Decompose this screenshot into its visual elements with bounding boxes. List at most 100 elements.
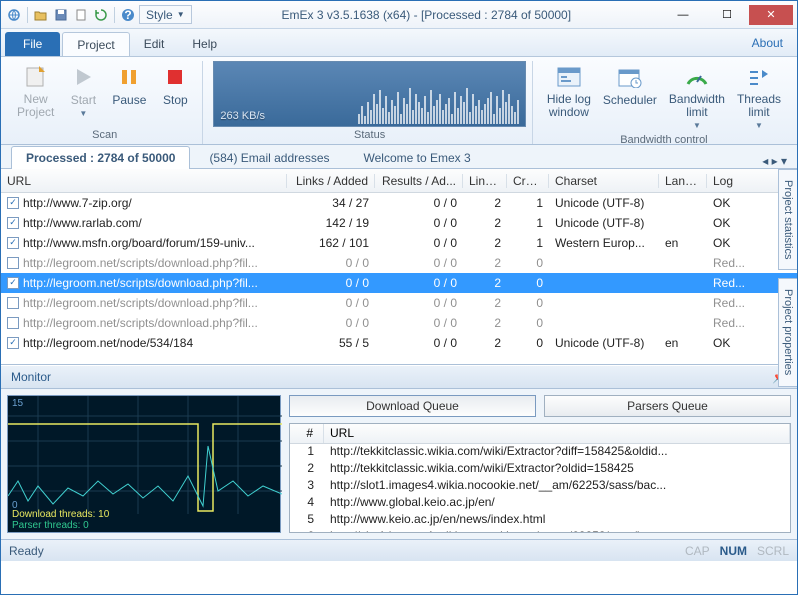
ribbon: New Project Start ▼ Pause Stop Scan 263 … xyxy=(1,57,797,145)
queue-col-num[interactable]: # xyxy=(290,424,324,443)
qat-refresh-icon[interactable] xyxy=(92,6,110,24)
sidetab-statistics[interactable]: Project statistics xyxy=(778,169,797,270)
pause-button[interactable]: Pause xyxy=(108,61,150,127)
close-button[interactable]: ✕ xyxy=(749,5,793,25)
chevron-down-icon: ▼ xyxy=(177,10,185,19)
table-row[interactable]: ✓http://www.rarlab.com/ 142 / 19 0 / 0 2… xyxy=(1,213,797,233)
cro-cell: 1 xyxy=(507,236,549,250)
list-item[interactable]: 6http://slot1.images1.wikia.nocookie.net… xyxy=(290,529,790,533)
table-row[interactable]: ✓http://legroom.net/scripts/download.php… xyxy=(1,293,797,313)
col-cro[interactable]: Cro... xyxy=(507,174,549,188)
qat-help-icon[interactable]: ? xyxy=(119,6,137,24)
url-cell: http://legroom.net/scripts/download.php?… xyxy=(23,256,258,270)
queue-list: # URL 1http://tekkitclassic.wikia.com/wi… xyxy=(289,423,791,533)
table-row[interactable]: ✓http://legroom.net/scripts/download.php… xyxy=(1,313,797,333)
links-added-cell: 0 / 0 xyxy=(287,256,375,270)
download-queue-tab[interactable]: Download Queue xyxy=(289,395,536,417)
checkbox-icon[interactable]: ✓ xyxy=(7,317,19,329)
queue-col-url[interactable]: URL xyxy=(324,424,790,443)
checkbox-icon[interactable]: ✓ xyxy=(7,277,19,289)
sidetab-properties[interactable]: Project properties xyxy=(778,278,797,386)
queue-num: 3 xyxy=(290,478,324,495)
parsers-queue-tab[interactable]: Parsers Queue xyxy=(544,395,791,417)
bars-icon xyxy=(358,88,519,124)
hide-log-button[interactable]: Hide log window xyxy=(543,61,595,132)
help-menu[interactable]: Help xyxy=(178,32,231,56)
list-item[interactable]: 5http://www.keio.ac.jp/en/news/index.htm… xyxy=(290,512,790,529)
checkbox-icon[interactable]: ✓ xyxy=(7,337,19,349)
checkbox-icon[interactable]: ✓ xyxy=(7,197,19,209)
bandwidth-limit-button[interactable]: Bandwidth limit ▼ xyxy=(665,61,729,132)
menubar: File Project Edit Help About xyxy=(1,29,797,57)
calendar-icon xyxy=(616,63,644,91)
tab-welcome[interactable]: Welcome to Emex 3 xyxy=(349,146,486,169)
file-menu[interactable]: File xyxy=(5,32,60,56)
titlebar: ? Style ▼ EmEx 3 v3.5.1638 (x64) - [Proce… xyxy=(1,1,797,29)
style-label: Style xyxy=(146,8,173,22)
queue-num: 4 xyxy=(290,495,324,512)
threads-icon xyxy=(745,63,773,91)
list-item[interactable]: 3http://slot1.images4.wikia.nocookie.net… xyxy=(290,478,790,495)
list-item[interactable]: 2http://tekkitclassic.wikia.com/wiki/Ext… xyxy=(290,461,790,478)
grid-header: URL Links / Added Results / Ad... Link .… xyxy=(1,169,797,193)
qat-doc-icon[interactable] xyxy=(72,6,90,24)
style-dropdown[interactable]: Style ▼ xyxy=(139,5,192,24)
col-results[interactable]: Results / Ad... xyxy=(375,174,463,188)
url-cell: http://legroom.net/node/534/184 xyxy=(23,336,193,350)
svg-text:?: ? xyxy=(124,8,131,22)
queue-header: # URL xyxy=(290,424,790,444)
about-link[interactable]: About xyxy=(738,29,797,56)
col-charset[interactable]: Charset xyxy=(549,174,659,188)
stop-button[interactable]: Stop xyxy=(154,61,196,127)
monitor-body: 15 0 Download threads: 10 Parser threads… xyxy=(1,389,797,539)
tab-processed[interactable]: Processed : 2784 of 50000 xyxy=(11,146,190,169)
scheduler-button[interactable]: Scheduler xyxy=(599,61,661,132)
link-cell: 2 xyxy=(463,256,507,270)
side-tabs: Project statistics Project properties xyxy=(778,169,797,387)
table-row[interactable]: ✓http://www.7-zip.org/ 34 / 27 0 / 0 2 1… xyxy=(1,193,797,213)
minimize-button[interactable]: — xyxy=(661,5,705,25)
tab-nav[interactable]: ◂ ▸ ▾ xyxy=(762,154,787,168)
col-url[interactable]: URL xyxy=(1,174,287,188)
new-project-icon xyxy=(22,63,50,91)
threads-limit-button[interactable]: Threads limit ▼ xyxy=(733,61,785,132)
url-cell: http://legroom.net/scripts/download.php?… xyxy=(23,276,258,290)
col-link[interactable]: Link ... xyxy=(463,174,507,188)
qat-open-icon[interactable] xyxy=(32,6,50,24)
new-project-button[interactable]: New Project xyxy=(13,61,58,127)
tab-emails[interactable]: (584) Email addresses xyxy=(194,146,344,169)
list-item[interactable]: 4http://www.global.keio.ac.jp/en/ xyxy=(290,495,790,512)
table-row[interactable]: ✓ http://legroom.net/scripts/download.php… xyxy=(1,253,797,273)
col-links-added[interactable]: Links / Added xyxy=(287,174,375,188)
queue-panel: Download Queue Parsers Queue # URL 1http… xyxy=(289,395,791,533)
cro-cell: 0 xyxy=(507,336,549,350)
status-ready: Ready xyxy=(9,544,44,558)
charset-cell: Unicode (UTF-8) xyxy=(549,336,659,350)
edit-menu[interactable]: Edit xyxy=(130,32,179,56)
chevron-down-icon: ▼ xyxy=(693,121,701,130)
project-menu[interactable]: Project xyxy=(62,32,129,56)
maximize-button[interactable]: ☐ xyxy=(705,5,749,25)
window-title: EmEx 3 v3.5.1638 (x64) - [Processed : 27… xyxy=(192,8,661,22)
queue-num: 6 xyxy=(290,529,324,533)
table-row[interactable]: ✓http://www.msfn.org/board/forum/159-uni… xyxy=(1,233,797,253)
start-button[interactable]: Start ▼ xyxy=(62,61,104,127)
lang-cell: en xyxy=(659,236,707,250)
table-row[interactable]: ✓ http://legroom.net/scripts/download.php… xyxy=(1,273,797,293)
qat-save-icon[interactable] xyxy=(52,6,70,24)
qat-globe-icon[interactable] xyxy=(5,6,23,24)
list-item[interactable]: 1http://tekkitclassic.wikia.com/wiki/Ext… xyxy=(290,444,790,461)
link-cell: 2 xyxy=(463,236,507,250)
checkbox-icon[interactable]: ✓ xyxy=(7,297,19,309)
checkbox-icon[interactable]: ✓ xyxy=(7,257,19,269)
log-window-icon xyxy=(555,63,583,91)
checkbox-icon[interactable]: ✓ xyxy=(7,237,19,249)
chevron-down-icon: ▼ xyxy=(755,121,763,130)
links-added-cell: 162 / 101 xyxy=(287,236,375,250)
table-row[interactable]: ✓http://legroom.net/node/534/184 55 / 5 … xyxy=(1,333,797,353)
col-lang[interactable]: Lang ... xyxy=(659,174,707,188)
y-max: 15 xyxy=(12,398,23,409)
checkbox-icon[interactable]: ✓ xyxy=(7,217,19,229)
results-cell: 0 / 0 xyxy=(375,336,463,350)
gauge-icon xyxy=(683,63,711,91)
